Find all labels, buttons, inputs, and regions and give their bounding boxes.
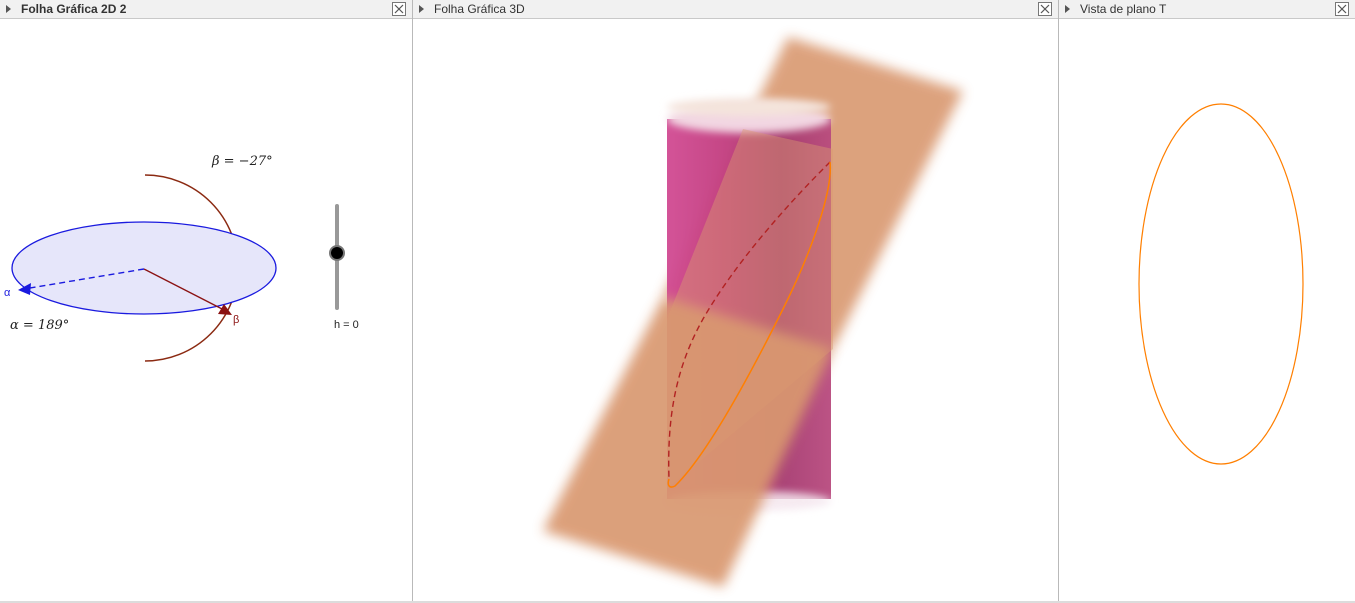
- graphics-2d-panel: Folha Gráfica 2D 2 β = −27° α = 189° α β…: [0, 0, 412, 601]
- close-icon[interactable]: [1038, 2, 1052, 16]
- h-slider-handle[interactable]: [329, 245, 345, 261]
- h-slider-label: h = 0: [334, 319, 359, 331]
- panel-title: Folha Gráfica 2D 2: [21, 2, 127, 16]
- panel-title: Folha Gráfica 3D: [434, 2, 525, 16]
- graphics-3d-panel: Folha Gráfica 3D: [413, 0, 1058, 601]
- plane-view-panel: Vista de plano T: [1059, 0, 1355, 601]
- expand-triangle-icon[interactable]: [1065, 5, 1070, 13]
- alpha-ellipse: [11, 221, 277, 315]
- graphics-3d-titlebar[interactable]: Folha Gráfica 3D: [413, 0, 1058, 19]
- beta-point-label: β: [233, 314, 239, 326]
- plane-view-canvas[interactable]: [1059, 19, 1355, 601]
- panel-title: Vista de plano T: [1080, 2, 1167, 16]
- close-icon[interactable]: [1335, 2, 1349, 16]
- cylinder-top-rim: [667, 98, 831, 116]
- graphics-2d-titlebar[interactable]: Folha Gráfica 2D 2: [0, 0, 412, 19]
- alpha-angle-label: α = 189°: [10, 318, 69, 333]
- expand-triangle-icon[interactable]: [6, 5, 11, 13]
- graphics-3d-canvas[interactable]: [413, 19, 1058, 601]
- beta-angle-label: β = −27°: [211, 154, 273, 169]
- section-ellipse: [1138, 103, 1304, 465]
- close-icon[interactable]: [392, 2, 406, 16]
- alpha-point-label: α: [4, 287, 11, 299]
- plane-view-titlebar[interactable]: Vista de plano T: [1059, 0, 1355, 19]
- expand-triangle-icon[interactable]: [419, 5, 424, 13]
- graphics-2d-canvas[interactable]: β = −27° α = 189° α β h = 0: [0, 19, 412, 601]
